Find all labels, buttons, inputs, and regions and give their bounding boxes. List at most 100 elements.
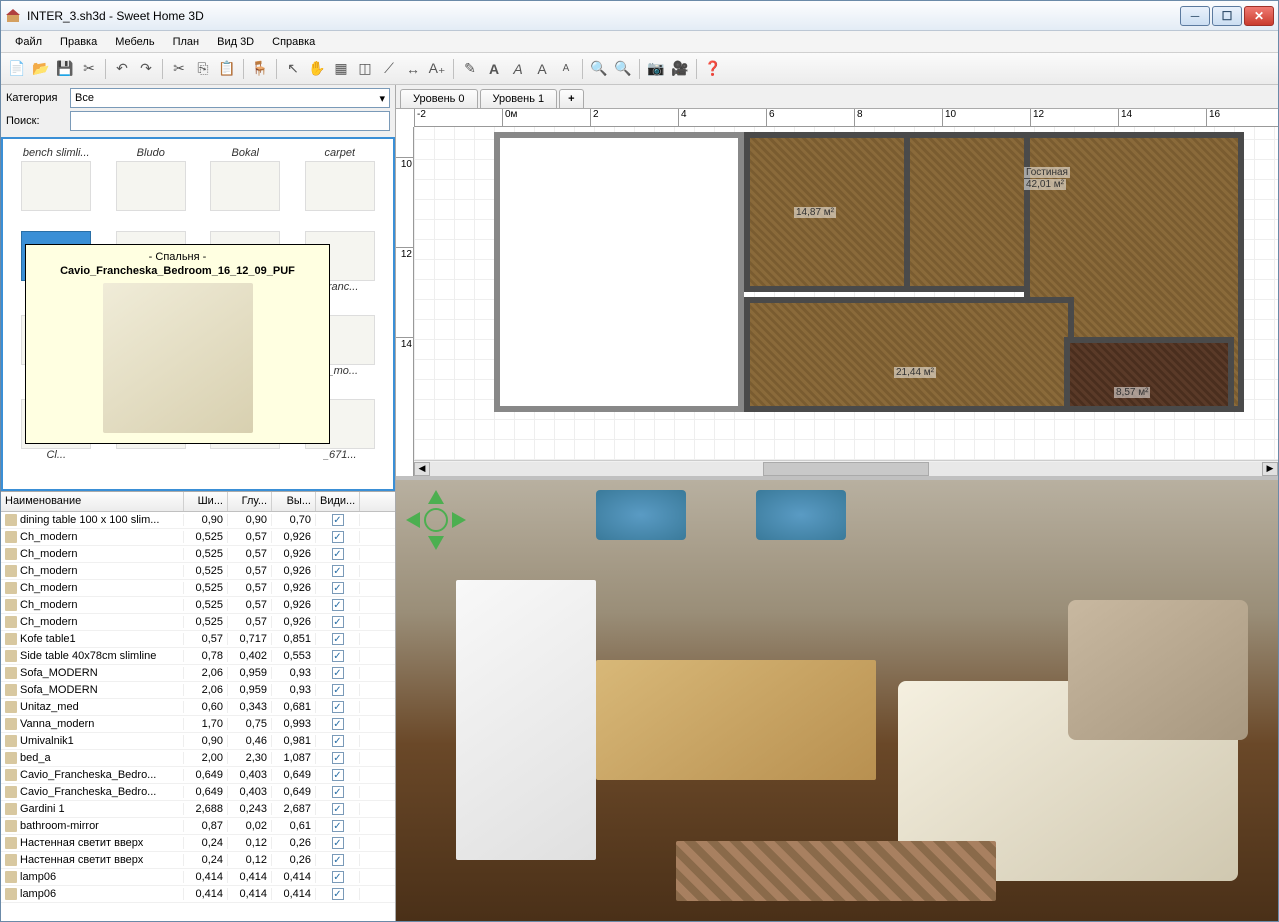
close-button[interactable]: ✕ [1244,6,1274,26]
visibility-checkbox[interactable]: ✓ [332,854,344,866]
visibility-checkbox[interactable]: ✓ [332,667,344,679]
catalog-item[interactable]: Bludo [106,147,197,227]
zoom-out-icon[interactable]: 🔍 [613,59,633,79]
plan-canvas[interactable]: 🔒 -20м246810121416 101214 14,87 м²21,44 … [396,109,1278,476]
cut-icon[interactable]: ✂ [169,59,189,79]
table-row[interactable]: dining table 100 x 100 slim...0,900,900,… [1,512,395,529]
photo-icon[interactable]: 📷 [646,59,666,79]
undo-icon[interactable]: ↶ [112,59,132,79]
scroll-thumb[interactable] [763,462,929,476]
col-width[interactable]: Ши... [184,492,228,511]
table-row[interactable]: Cavio_Francheska_Bedro...0,6490,4030,649… [1,767,395,784]
table-body[interactable]: dining table 100 x 100 slim...0,900,900,… [1,512,395,921]
visibility-checkbox[interactable]: ✓ [332,718,344,730]
visibility-checkbox[interactable]: ✓ [332,531,344,543]
visibility-checkbox[interactable]: ✓ [332,633,344,645]
redo-icon[interactable]: ↷ [136,59,156,79]
col-visible[interactable]: Види... [316,492,360,511]
menu-edit[interactable]: Правка [52,34,105,50]
text-icon[interactable]: A₊ [427,59,447,79]
menu-file[interactable]: Файл [7,34,50,50]
view-3d[interactable] [396,480,1278,921]
table-row[interactable]: Sofa_MODERN2,060,9590,93✓ [1,665,395,682]
table-row[interactable]: Ch_modern0,5250,570,926✓ [1,580,395,597]
table-row[interactable]: Настенная светит вверх0,240,120,26✓ [1,852,395,869]
scroll-left-icon[interactable]: ◀ [414,462,430,476]
table-row[interactable]: Gardini 12,6880,2432,687✓ [1,801,395,818]
visibility-checkbox[interactable]: ✓ [332,769,344,781]
font-inc-icon[interactable]: A [532,59,552,79]
catalog-item[interactable]: bench slimli... [11,147,102,227]
tab-level1[interactable]: Уровень 1 [480,89,558,108]
catalog-item[interactable]: carpet [295,147,386,227]
italic-icon[interactable]: A [508,59,528,79]
search-input[interactable] [70,111,390,131]
visibility-checkbox[interactable]: ✓ [332,514,344,526]
catalog-item[interactable]: Bokal [200,147,291,227]
tab-level0[interactable]: Уровень 0 [400,89,478,108]
paste-icon[interactable]: 📋 [217,59,237,79]
zoom-in-icon[interactable]: 🔍 [589,59,609,79]
scroll-right-icon[interactable]: ▶ [1262,462,1278,476]
visibility-checkbox[interactable]: ✓ [332,701,344,713]
col-depth[interactable]: Глу... [228,492,272,511]
table-row[interactable]: Ch_modern0,5250,570,926✓ [1,529,395,546]
polyline-icon[interactable]: ⟋ [379,59,399,79]
font-dec-icon[interactable]: A [556,59,576,79]
table-row[interactable]: Vanna_modern1,700,750,993✓ [1,716,395,733]
copy-icon[interactable]: ⎘ [193,59,213,79]
visibility-checkbox[interactable]: ✓ [332,752,344,764]
nav-right-icon[interactable] [452,512,466,528]
table-row[interactable]: lamp060,4140,4140,414✓ [1,869,395,886]
floorplan[interactable]: 14,87 м²21,44 м²Гостиная42,01 м²8,57 м² [414,127,1278,460]
menu-furniture[interactable]: Мебель [107,34,162,50]
menu-help[interactable]: Справка [264,34,323,50]
prefs-icon[interactable]: ✂ [79,59,99,79]
visibility-checkbox[interactable]: ✓ [332,565,344,577]
table-header[interactable]: Наименование Ши... Глу... Вы... Види... [1,492,395,512]
visibility-checkbox[interactable]: ✓ [332,837,344,849]
minimize-button[interactable]: ─ [1180,6,1210,26]
table-row[interactable]: Ch_modern0,5250,570,926✓ [1,597,395,614]
table-row[interactable]: bed_a2,002,301,087✓ [1,750,395,767]
catalog-view[interactable]: bench slimli...BludoBokalcarpetCa...Fran… [1,137,395,491]
plan-scrollbar[interactable]: ◀ ▶ [414,460,1278,476]
table-row[interactable]: Ch_modern0,5250,570,926✓ [1,546,395,563]
select-icon[interactable]: ↖ [283,59,303,79]
visibility-checkbox[interactable]: ✓ [332,888,344,900]
visibility-checkbox[interactable]: ✓ [332,786,344,798]
bold-icon[interactable]: A [484,59,504,79]
table-row[interactable]: lamp060,4140,4140,414✓ [1,886,395,903]
visibility-checkbox[interactable]: ✓ [332,599,344,611]
new-icon[interactable]: 📄 [7,59,27,79]
nav-compass[interactable] [406,490,466,550]
help-icon[interactable]: ❓ [703,59,723,79]
video-icon[interactable]: 🎥 [670,59,690,79]
table-row[interactable]: Настенная светит вверх0,240,120,26✓ [1,835,395,852]
add-furniture-icon[interactable]: 🪑 [250,59,270,79]
table-row[interactable]: Ch_modern0,5250,570,926✓ [1,563,395,580]
pan-icon[interactable]: ✋ [307,59,327,79]
col-name[interactable]: Наименование [1,492,184,511]
visibility-checkbox[interactable]: ✓ [332,616,344,628]
table-row[interactable]: bathroom-mirror0,870,020,61✓ [1,818,395,835]
room-icon[interactable]: ◫ [355,59,375,79]
table-row[interactable]: Kofe table10,570,7170,851✓ [1,631,395,648]
tab-add[interactable]: + [559,89,583,108]
table-row[interactable]: Unitaz_med0,600,3430,681✓ [1,699,395,716]
visibility-checkbox[interactable]: ✓ [332,650,344,662]
table-row[interactable]: Umivalnik10,900,460,981✓ [1,733,395,750]
visibility-checkbox[interactable]: ✓ [332,735,344,747]
menu-plan[interactable]: План [165,34,208,50]
table-row[interactable]: Sofa_MODERN2,060,9590,93✓ [1,682,395,699]
nav-center-icon[interactable] [424,508,448,532]
table-row[interactable]: Cavio_Francheska_Bedro...0,6490,4030,649… [1,784,395,801]
wall-icon[interactable]: ▦ [331,59,351,79]
visibility-checkbox[interactable]: ✓ [332,548,344,560]
visibility-checkbox[interactable]: ✓ [332,684,344,696]
save-icon[interactable]: 💾 [55,59,75,79]
visibility-checkbox[interactable]: ✓ [332,582,344,594]
nav-up-icon[interactable] [428,490,444,504]
nav-down-icon[interactable] [428,536,444,550]
maximize-button[interactable]: ☐ [1212,6,1242,26]
